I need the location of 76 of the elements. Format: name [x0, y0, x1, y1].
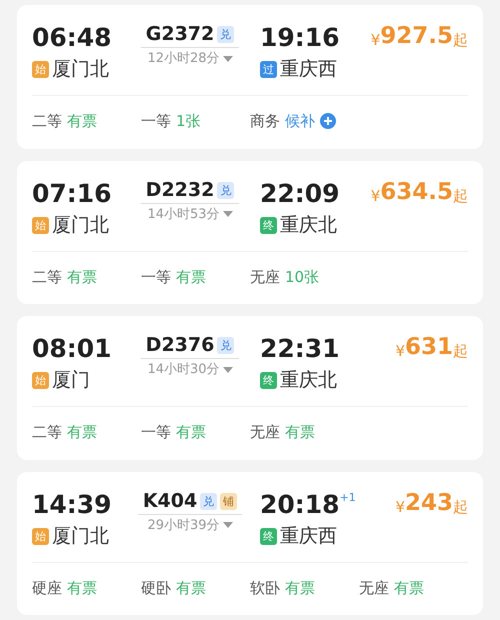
seat-status[interactable]: 有票 [67, 421, 97, 444]
train-tag: 铺 [220, 492, 238, 510]
train-number: D2376 [146, 336, 214, 355]
duration: 12小时28分 [147, 52, 220, 65]
seat-class: 商务 [250, 111, 280, 132]
station-name: 重庆西 [280, 60, 337, 79]
train-number: G2372 [146, 25, 214, 44]
station-badge: 终 [260, 372, 277, 389]
station-name: 厦门北 [52, 60, 109, 79]
arrival-time: 20:18 [260, 492, 340, 516]
station-name: 重庆北 [280, 216, 337, 234]
seat-status[interactable]: 有票 [67, 576, 97, 599]
seat-class: 硬卧 [141, 578, 171, 598]
station-name: 重庆北 [280, 371, 337, 390]
seat-status[interactable]: 1张 [176, 110, 201, 132]
departure-time: 14:39 [32, 492, 113, 516]
train-tag: 兑 [217, 182, 234, 198]
dropdown-icon[interactable] [222, 56, 233, 62]
train-tag: 兑 [217, 26, 234, 43]
seat-status[interactable]: 有票 [285, 421, 315, 444]
seat-class: 软卧 [250, 578, 280, 598]
price: ¥634.5起 [370, 180, 468, 204]
seat-class: 二等 [32, 111, 62, 132]
plus-icon[interactable] [320, 113, 336, 130]
price: ¥927.5起 [370, 25, 468, 48]
station-badge: 始 [32, 61, 49, 78]
station-badge: 终 [260, 216, 277, 234]
seat-status[interactable]: 有票 [176, 421, 206, 444]
train-number: D2232 [146, 180, 214, 200]
departure-time: 08:01 [32, 336, 113, 361]
price: ¥243起 [395, 492, 468, 514]
train-tag: 兑 [200, 492, 218, 510]
station-badge: 终 [260, 528, 277, 544]
departure-time: 07:16 [32, 180, 113, 206]
station-name: 厦门北 [52, 216, 109, 234]
seat-status[interactable]: 候补 [285, 110, 315, 132]
station-badge: 始 [32, 528, 49, 544]
station-name: 厦门 [52, 371, 90, 390]
duration: 14小时30分 [147, 363, 220, 376]
duration: 14小时53分 [147, 208, 220, 220]
arrival-time: 22:31 [260, 336, 340, 361]
seat-class: 一等 [141, 266, 171, 288]
seat-class: 二等 [32, 422, 62, 443]
dropdown-icon[interactable] [222, 211, 233, 217]
seat-status[interactable]: 有票 [394, 576, 424, 599]
seat-status[interactable]: 10张 [285, 266, 320, 288]
seat-class: 二等 [32, 266, 62, 288]
seat-status[interactable]: 有票 [67, 266, 97, 288]
dropdown-icon[interactable] [222, 366, 233, 372]
train-tag: 兑 [217, 337, 234, 354]
day-offset: +1 [340, 492, 356, 502]
seat-class: 一等 [141, 111, 171, 132]
seat-class: 一等 [141, 422, 171, 443]
station-name: 厦门北 [52, 526, 109, 546]
train-card[interactable]: 06:48 始 厦门北 G2372 兑 12小时28分 19:16 过 重庆西 ¥927.5起 二等 有票 一等 1张 商务 候补 [17, 5, 483, 148]
seat-class: 无座 [250, 422, 280, 443]
arrival-time: 22:09 [260, 180, 340, 206]
train-card[interactable]: 08:01 始 厦门 D2376 兑 14小时30分 22:31 终 重庆北 ¥631起 二等 有票 一等 有票 无座 有票 [17, 316, 483, 460]
seat-class: 硬座 [32, 578, 62, 598]
seat-class: 无座 [250, 266, 280, 288]
arrival-time: 19:16 [260, 25, 340, 50]
seat-status[interactable]: 有票 [176, 576, 206, 599]
seat-status[interactable]: 有票 [285, 576, 315, 599]
train-number: K404 [142, 492, 198, 510]
duration: 29小时39分 [147, 518, 220, 532]
station-badge: 过 [260, 61, 277, 78]
seat-status[interactable]: 有票 [67, 110, 97, 132]
station-name: 重庆西 [280, 526, 337, 546]
train-card[interactable]: 07:16 始 厦门北 D2232 兑 14小时53分 22:09 终 重庆北 ¥634.5起 二等 有票 一等 有票 无座 10张 [17, 160, 483, 304]
seat-status[interactable]: 有票 [176, 266, 206, 288]
station-badge: 始 [32, 216, 49, 234]
departure-time: 06:48 [32, 25, 113, 50]
seat-class: 无座 [359, 578, 389, 598]
dropdown-icon[interactable] [222, 522, 233, 528]
price: ¥631起 [395, 336, 468, 359]
station-badge: 始 [32, 372, 49, 389]
